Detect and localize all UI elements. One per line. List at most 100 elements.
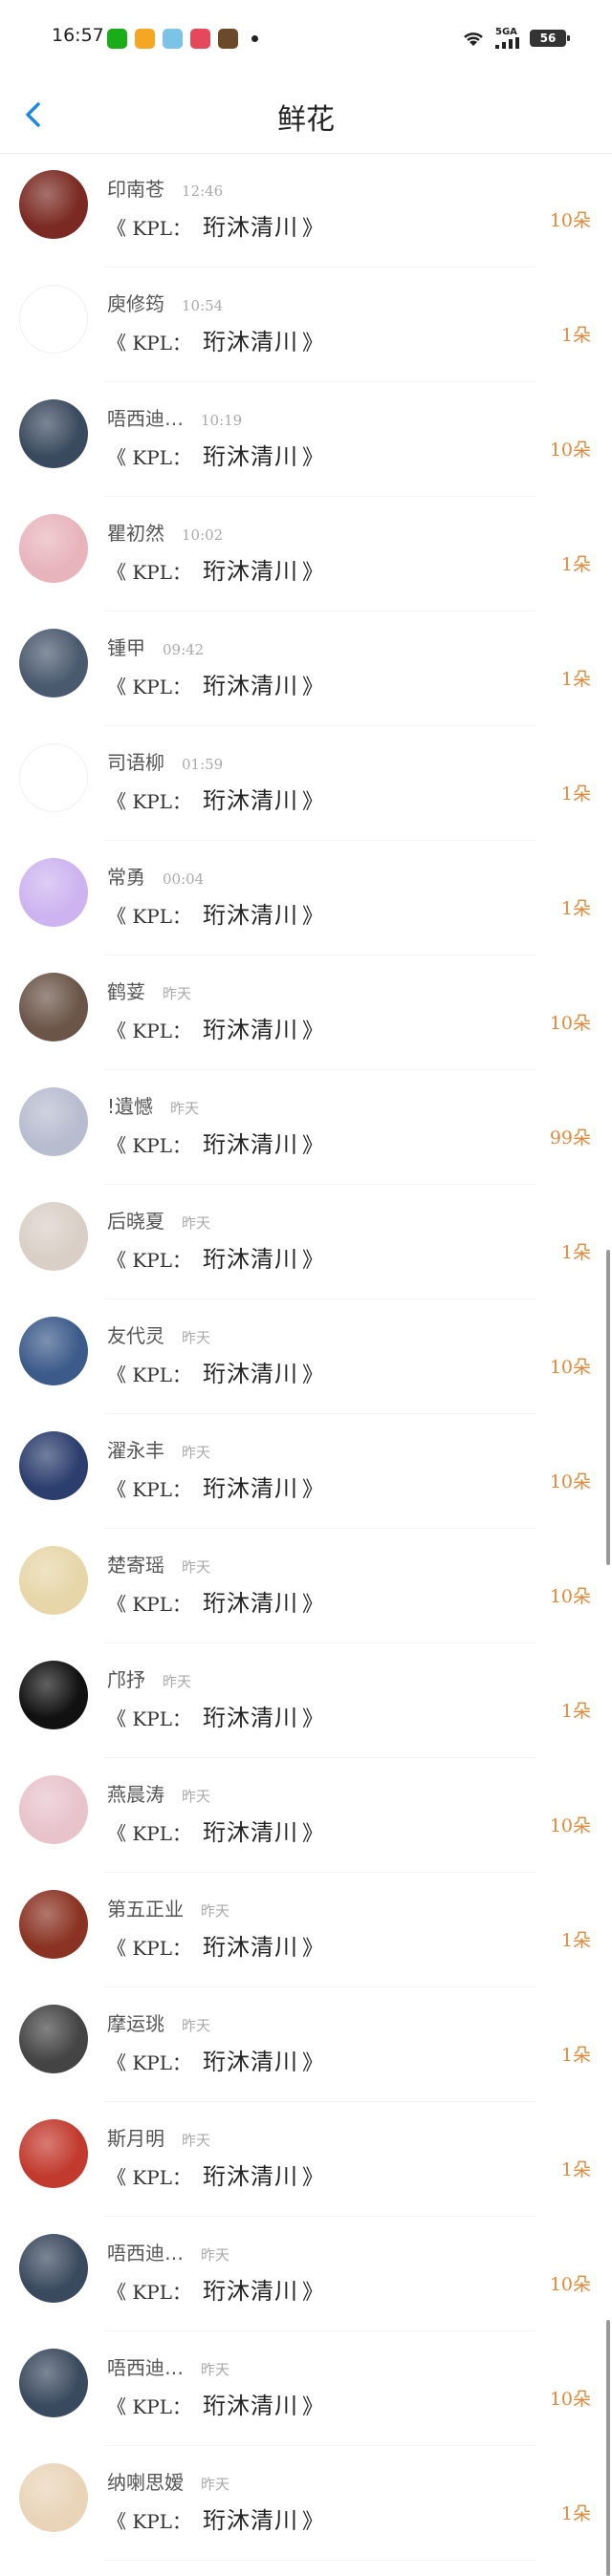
- avatar[interactable]: [19, 1431, 88, 1500]
- gift-hero: 珩沐清川: [203, 214, 299, 241]
- sender-name[interactable]: 友代灵: [107, 1324, 164, 1347]
- wechat-icon: [107, 29, 127, 49]
- avatar[interactable]: [19, 743, 88, 812]
- avatar[interactable]: [19, 1202, 88, 1271]
- list-item[interactable]: 斯月明 昨天《 KPL： 珩沐清川》 1朵: [0, 2102, 612, 2217]
- sender-name[interactable]: 唔西迪…: [107, 2356, 184, 2379]
- sender-name[interactable]: 摩运珧: [107, 2012, 164, 2035]
- gift-hero: 珩沐清川: [203, 1246, 299, 1273]
- gift-suffix: 》: [302, 1134, 324, 1158]
- sender-name[interactable]: 鹤荽: [107, 980, 145, 1003]
- gift-suffix: 》: [302, 2166, 324, 2190]
- avatar[interactable]: [19, 629, 88, 698]
- sender-name[interactable]: 邝抒: [107, 1668, 145, 1691]
- list-item[interactable]: 第五正业 昨天《 KPL： 珩沐清川》 1朵: [0, 1873, 612, 1987]
- gift-description: 《 KPL： 珩沐清川》: [107, 1355, 323, 1388]
- flower-list[interactable]: 印南苍 12:46 《 KPL： 珩沐清川》 10朵 庾修筠 10:54 《 KPL： 珩沐清川…: [0, 153, 612, 2561]
- sender-line: 友代灵 昨天: [107, 1320, 210, 1348]
- gift-description: 《 KPL： 珩沐清川》: [107, 1699, 323, 1732]
- sender-name[interactable]: 唔西迪…: [107, 2242, 184, 2265]
- flower-count: 10朵: [549, 2274, 591, 2295]
- avatar[interactable]: [19, 1317, 88, 1385]
- list-item[interactable]: 印南苍 12:46 《 KPL： 珩沐清川》 10朵: [0, 153, 612, 268]
- gift-prefix: 《 KPL：: [107, 332, 192, 354]
- sender-name[interactable]: 濯永丰: [107, 1439, 164, 1462]
- gift-suffix: 》: [302, 2051, 324, 2075]
- sender-name[interactable]: 后晓夏: [107, 1210, 164, 1233]
- avatar[interactable]: [19, 2234, 88, 2303]
- scrollbar-lower[interactable]: [606, 2320, 610, 2576]
- status-bar: 16:57 5GA 56: [0, 0, 612, 76]
- avatar[interactable]: [19, 1890, 88, 1959]
- sender-name[interactable]: 燕晨涛: [107, 1783, 164, 1806]
- avatar[interactable]: [19, 2119, 88, 2188]
- gift-suffix: 》: [302, 790, 324, 814]
- gift-suffix: 》: [302, 2395, 324, 2419]
- list-item[interactable]: 锺甲 09:42 《 KPL： 珩沐清川》 1朵: [0, 612, 612, 726]
- gift-prefix: 《 KPL：: [107, 676, 192, 698]
- sender-name[interactable]: 第五正业: [107, 1898, 184, 1921]
- video-icon: [190, 29, 210, 49]
- timestamp: 00:04: [163, 870, 205, 888]
- gift-hero: 珩沐清川: [203, 2393, 299, 2419]
- avatar[interactable]: [19, 858, 88, 927]
- list-item[interactable]: 唔西迪… 昨天《 KPL： 珩沐清川》 10朵: [0, 2217, 612, 2331]
- avatar[interactable]: [19, 514, 88, 583]
- sender-name[interactable]: 庾修筠: [107, 292, 164, 315]
- status-indicators: 5GA 56: [461, 27, 570, 49]
- list-item[interactable]: 摩运珧 昨天《 KPL： 珩沐清川》 1朵: [0, 1987, 612, 2102]
- list-item[interactable]: 燕晨涛 昨天《 KPL： 珩沐清川》 10朵: [0, 1758, 612, 1873]
- avatar[interactable]: [19, 285, 88, 354]
- sender-name[interactable]: 锺甲: [107, 636, 145, 659]
- avatar[interactable]: [19, 973, 88, 1041]
- list-item[interactable]: 濯永丰 昨天《 KPL： 珩沐清川》 10朵: [0, 1414, 612, 1529]
- sender-name[interactable]: 常勇: [107, 866, 145, 889]
- sender-name[interactable]: 印南苍: [107, 178, 164, 201]
- sender-name[interactable]: 唔西迪…: [107, 407, 184, 430]
- gift-suffix: 》: [302, 1707, 324, 1731]
- list-item[interactable]: 司语柳 01:59 《 KPL： 珩沐清川》 1朵: [0, 726, 612, 841]
- list-item[interactable]: !遺憾 昨天《 KPL： 珩沐清川》 99朵: [0, 1070, 612, 1185]
- page-title: 鲜花: [277, 103, 335, 137]
- list-item[interactable]: 友代灵 昨天《 KPL： 珩沐清川》 10朵: [0, 1299, 612, 1414]
- avatar[interactable]: [19, 1775, 88, 1844]
- scrollbar-upper[interactable]: [606, 1250, 610, 1565]
- flower-count: 10朵: [549, 1013, 591, 1034]
- list-item[interactable]: 常勇 00:04 《 KPL： 珩沐清川》 1朵: [0, 841, 612, 955]
- list-item[interactable]: 唔西迪… 10:19 《 KPL： 珩沐清川》 10朵: [0, 382, 612, 497]
- gift-description: 《 KPL： 珩沐清川》: [107, 896, 323, 930]
- flower-count: 10朵: [549, 2389, 591, 2410]
- sender-name[interactable]: 斯月明: [107, 2127, 164, 2150]
- sender-name[interactable]: 纳喇思嫒: [107, 2471, 184, 2494]
- list-item[interactable]: 瞿初然 10:02 《 KPL： 珩沐清川》 1朵: [0, 497, 612, 612]
- list-item[interactable]: 鹤荽 昨天《 KPL： 珩沐清川》 10朵: [0, 955, 612, 1070]
- timestamp: 昨天: [163, 1673, 192, 1690]
- avatar[interactable]: [19, 1661, 88, 1729]
- gift-description: 《 KPL： 珩沐清川》: [107, 1928, 323, 1962]
- timestamp: 昨天: [201, 2476, 230, 2493]
- sender-name[interactable]: !遺憾: [107, 1095, 153, 1118]
- sender-name[interactable]: 瞿初然: [107, 522, 164, 545]
- avatar[interactable]: [19, 2349, 88, 2417]
- flower-count: 10朵: [549, 1815, 591, 1836]
- avatar[interactable]: [19, 1546, 88, 1615]
- gift-hero: 珩沐清川: [203, 1819, 299, 1846]
- sender-name[interactable]: 司语柳: [107, 751, 164, 774]
- list-item[interactable]: 纳喇思嫒 昨天《 KPL： 珩沐清川》 1朵: [0, 2446, 612, 2561]
- avatar[interactable]: [19, 2005, 88, 2073]
- list-item[interactable]: 庾修筠 10:54 《 KPL： 珩沐清川》 1朵: [0, 268, 612, 382]
- sender-name[interactable]: 楚寄瑶: [107, 1554, 164, 1577]
- avatar[interactable]: [19, 1087, 88, 1156]
- avatar[interactable]: [19, 399, 88, 468]
- gift-prefix: 《 KPL：: [107, 1707, 192, 1730]
- list-item[interactable]: 唔西迪… 昨天《 KPL： 珩沐清川》 10朵: [0, 2331, 612, 2446]
- list-item[interactable]: 后晓夏 昨天《 KPL： 珩沐清川》 1朵: [0, 1185, 612, 1299]
- list-item[interactable]: 楚寄瑶 昨天《 KPL： 珩沐清川》 10朵: [0, 1529, 612, 1643]
- avatar[interactable]: [19, 2463, 88, 2532]
- sender-line: 瞿初然 10:02: [107, 518, 223, 546]
- gift-hero: 珩沐清川: [203, 329, 299, 355]
- gift-prefix: 《 KPL：: [107, 1478, 192, 1501]
- gift-suffix: 》: [302, 1822, 324, 1846]
- list-item[interactable]: 邝抒 昨天《 KPL： 珩沐清川》 1朵: [0, 1643, 612, 1758]
- avatar[interactable]: [19, 170, 88, 239]
